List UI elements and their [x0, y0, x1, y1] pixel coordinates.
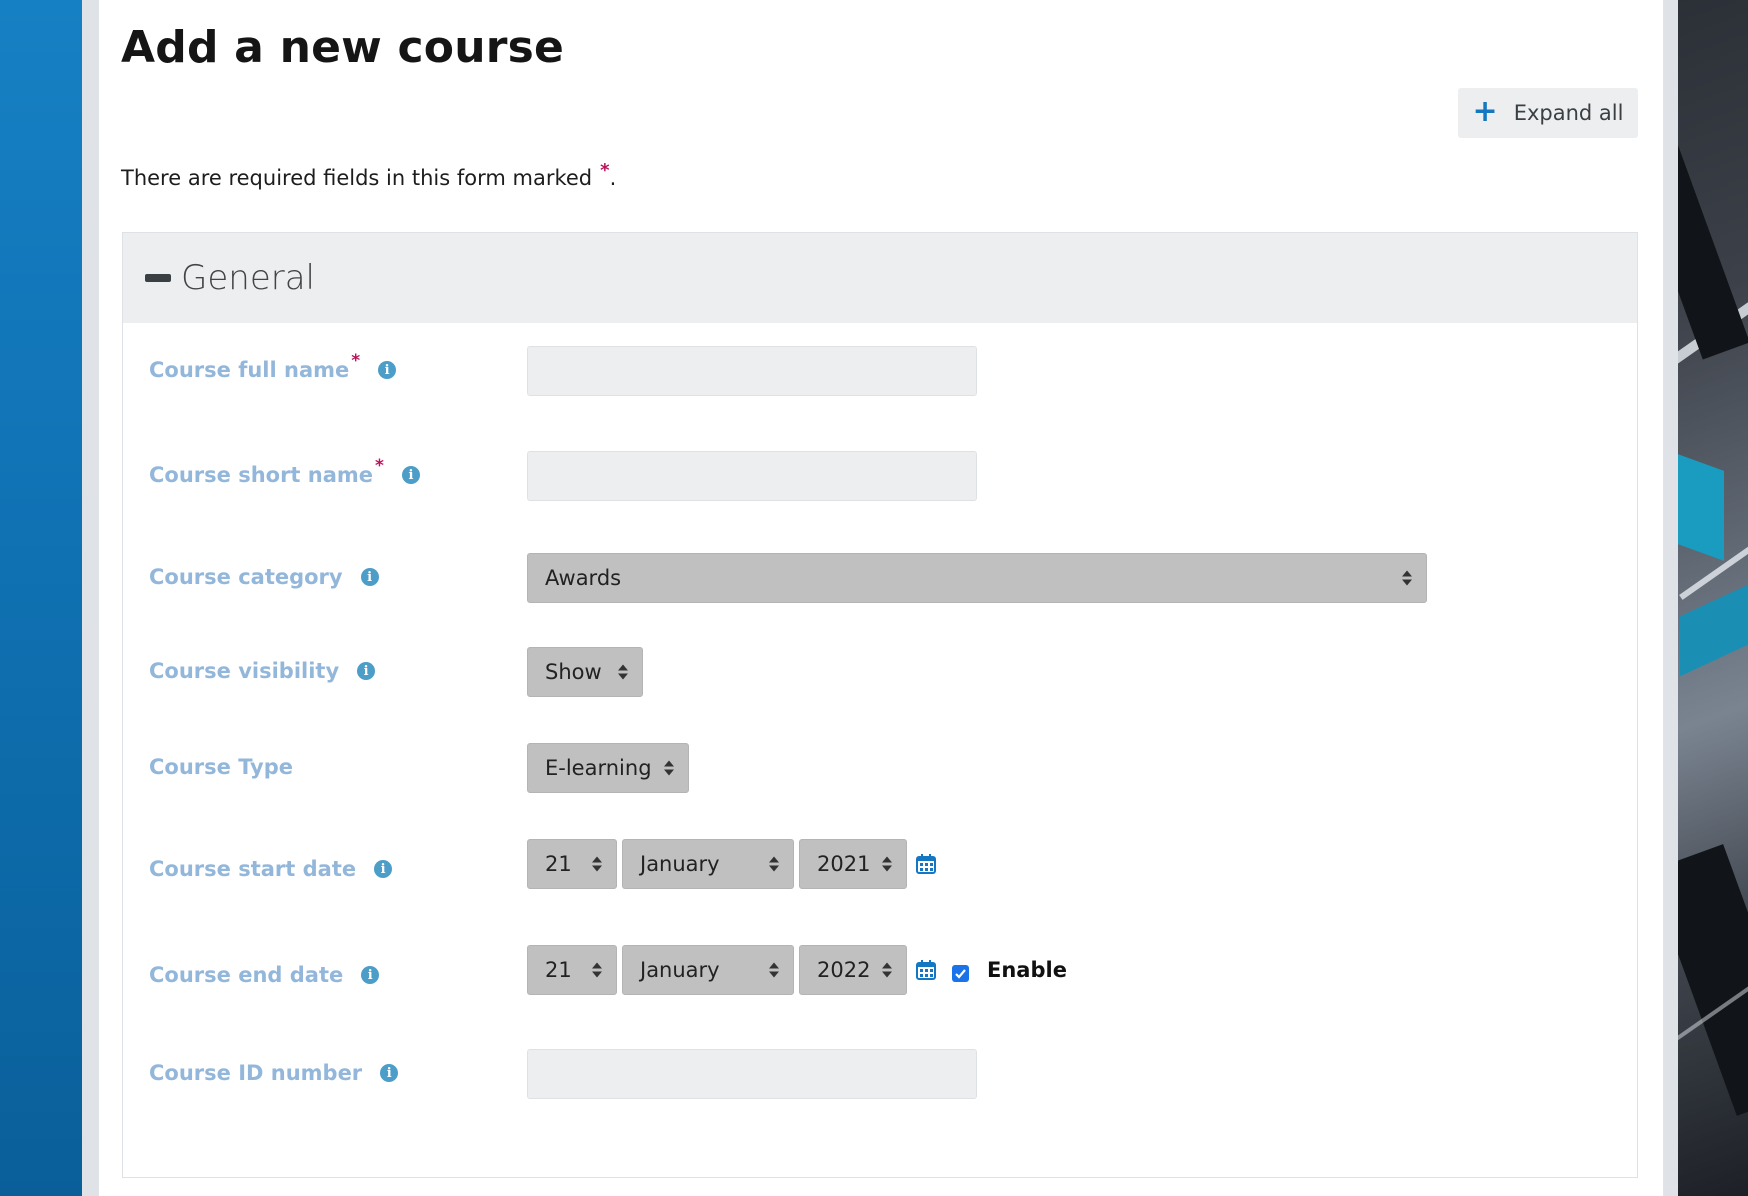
info-icon[interactable]: i	[374, 860, 393, 878]
calendar-icon[interactable]	[916, 854, 936, 874]
section-title: General	[181, 258, 315, 298]
required-fields-note: There are required fields in this form m…	[121, 160, 617, 190]
id-number-label-text: Course ID number	[149, 1061, 363, 1085]
end-month-select[interactable]: January	[622, 945, 794, 995]
page-title: Add a new course	[121, 22, 565, 73]
info-icon[interactable]: i	[401, 466, 420, 484]
field-label-end-date: Course end date i	[149, 963, 380, 987]
start-month-value: January	[640, 852, 720, 876]
field-label-visibility: Course visibility i	[149, 659, 376, 683]
enable-label[interactable]: Enable	[987, 958, 1067, 982]
field-label-id-number: Course ID number i	[149, 1061, 399, 1085]
category-selected-value: Awards	[545, 566, 622, 590]
end-day-value: 21	[545, 958, 572, 982]
info-icon[interactable]: i	[357, 662, 376, 680]
start-year-value: 2021	[817, 852, 871, 876]
info-icon[interactable]: i	[380, 1064, 399, 1082]
collapse-icon[interactable]	[145, 274, 171, 282]
field-label-full-name: Course full name * i	[149, 351, 397, 382]
sort-arrows-icon	[882, 856, 892, 872]
end-month-value: January	[640, 958, 720, 982]
course-full-name-input[interactable]	[527, 346, 977, 396]
category-label-text: Course category	[149, 565, 343, 589]
type-label-text: Course Type	[149, 755, 293, 779]
end-date-label-text: Course end date	[149, 963, 344, 987]
course-short-name-input[interactable]	[527, 451, 977, 501]
field-label-short-name: Course short name * i	[149, 456, 420, 487]
end-year-value: 2022	[817, 958, 871, 982]
start-year-select[interactable]: 2021	[799, 839, 907, 889]
field-label-category: Course category i	[149, 565, 379, 589]
plus-icon: +	[1472, 93, 1498, 129]
visibility-selected-value: Show	[545, 660, 602, 684]
info-icon[interactable]: i	[361, 966, 380, 984]
required-marker-icon: *	[600, 160, 610, 181]
sort-arrows-icon	[1402, 570, 1412, 586]
start-date-label-text: Course start date	[149, 857, 357, 881]
sort-arrows-icon	[618, 664, 628, 680]
sort-arrows-icon	[882, 962, 892, 978]
required-note-text: There are required fields in this form m…	[121, 166, 593, 190]
sort-arrows-icon	[769, 856, 779, 872]
course-type-select[interactable]: E-learning	[527, 743, 689, 793]
field-label-type: Course Type	[149, 755, 293, 779]
end-day-select[interactable]: 21	[527, 945, 617, 995]
required-marker-icon: *	[375, 456, 384, 476]
sort-arrows-icon	[592, 856, 602, 872]
required-marker-icon: *	[351, 351, 361, 371]
sort-arrows-icon	[769, 962, 779, 978]
type-selected-value: E-learning	[545, 756, 652, 780]
checkmark-icon	[955, 969, 966, 979]
field-label-start-date: Course start date i	[149, 857, 393, 881]
info-icon[interactable]: i	[360, 568, 379, 586]
expand-all-button[interactable]: + Expand all	[1458, 88, 1638, 138]
general-fieldset: General Course full name * i Course shor…	[122, 232, 1638, 1178]
required-note-end: .	[609, 166, 617, 190]
course-id-number-input[interactable]	[527, 1049, 977, 1099]
end-year-select[interactable]: 2022	[799, 945, 907, 995]
course-category-select[interactable]: Awards	[527, 553, 1427, 603]
expand-all-label: Expand all	[1513, 101, 1624, 125]
start-day-value: 21	[545, 852, 572, 876]
general-section-header[interactable]: General	[123, 233, 1637, 323]
info-icon[interactable]: i	[378, 361, 397, 379]
course-visibility-select[interactable]: Show	[527, 647, 643, 697]
start-day-select[interactable]: 21	[527, 839, 617, 889]
short-name-label-text: Course short name	[149, 463, 374, 487]
visibility-label-text: Course visibility	[149, 659, 340, 683]
start-month-select[interactable]: January	[622, 839, 794, 889]
sort-arrows-icon	[664, 760, 674, 776]
full-name-label-text: Course full name	[149, 358, 350, 382]
end-date-enable-checkbox[interactable]	[952, 965, 969, 982]
calendar-icon[interactable]	[916, 960, 936, 980]
background-left	[0, 0, 82, 1196]
sort-arrows-icon	[592, 962, 602, 978]
